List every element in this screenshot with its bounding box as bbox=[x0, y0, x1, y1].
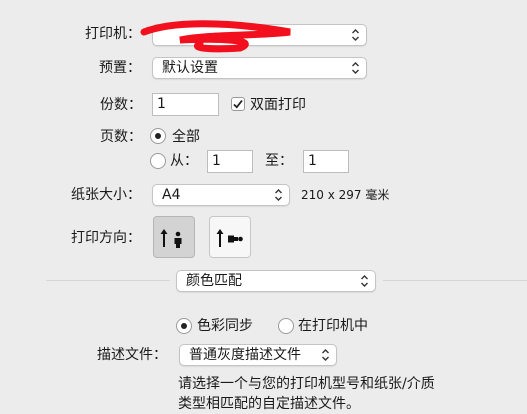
colorsync-label: 色彩同步 bbox=[197, 318, 253, 334]
chevron-updown-icon bbox=[322, 349, 329, 361]
duplex-label: 双面打印 bbox=[250, 97, 306, 113]
checkmark-icon bbox=[233, 99, 243, 109]
in-printer-label: 在打印机中 bbox=[298, 318, 368, 334]
landscape-person-icon bbox=[216, 229, 243, 247]
paper-size-value: A4 bbox=[162, 187, 181, 203]
profile-label: 描述文件： bbox=[97, 347, 167, 363]
profile-value: 普通灰度描述文件 bbox=[189, 347, 301, 363]
chevron-updown-icon bbox=[361, 275, 368, 287]
profile-popup[interactable]: 普通灰度描述文件 bbox=[179, 344, 337, 366]
pages-all-radio[interactable] bbox=[150, 128, 166, 144]
in-printer-radio[interactable] bbox=[278, 318, 294, 334]
chevron-updown-icon bbox=[352, 62, 359, 74]
pages-from-input[interactable]: 1 bbox=[207, 150, 253, 173]
section-popup[interactable]: 颜色匹配 bbox=[176, 270, 376, 292]
portrait-orientation-button[interactable] bbox=[153, 216, 195, 258]
copies-input[interactable]: 1 bbox=[152, 93, 219, 116]
printer-label: 打印机： bbox=[85, 26, 141, 42]
profile-description-line1: 请选择一个与您的打印机型号和纸张/介质 bbox=[178, 376, 435, 392]
chevron-updown-icon bbox=[275, 189, 282, 201]
copies-label: 份数： bbox=[100, 97, 142, 113]
duplex-checkbox[interactable] bbox=[231, 97, 245, 111]
presets-value: 默认设置 bbox=[162, 60, 218, 76]
chevron-updown-icon bbox=[352, 29, 359, 41]
pages-from-label: 从： bbox=[170, 153, 198, 169]
profile-description-line2: 类型相匹配的自定描述文件。 bbox=[178, 396, 360, 412]
pages-to-input[interactable]: 1 bbox=[303, 150, 349, 173]
printer-name-redaction bbox=[140, 20, 291, 53]
pages-range-radio[interactable] bbox=[150, 153, 166, 169]
section-divider-left bbox=[46, 280, 170, 281]
colorsync-radio[interactable] bbox=[176, 318, 192, 334]
orientation-label: 打印方向： bbox=[71, 230, 141, 246]
section-value: 颜色匹配 bbox=[186, 273, 242, 289]
pages-to-label: 至： bbox=[265, 153, 293, 169]
section-divider-right bbox=[383, 280, 527, 281]
presets-popup[interactable]: 默认设置 bbox=[152, 57, 367, 79]
paper-dimensions: 210 x 297 毫米 bbox=[301, 188, 390, 202]
landscape-orientation-button[interactable] bbox=[209, 216, 251, 258]
paper-size-label: 纸张大小： bbox=[71, 187, 141, 203]
portrait-person-icon bbox=[160, 229, 182, 248]
paper-size-popup[interactable]: A4 bbox=[152, 184, 290, 206]
pages-all-label: 全部 bbox=[172, 129, 200, 145]
presets-label: 预置： bbox=[99, 60, 141, 76]
pages-label: 页数： bbox=[100, 129, 142, 145]
